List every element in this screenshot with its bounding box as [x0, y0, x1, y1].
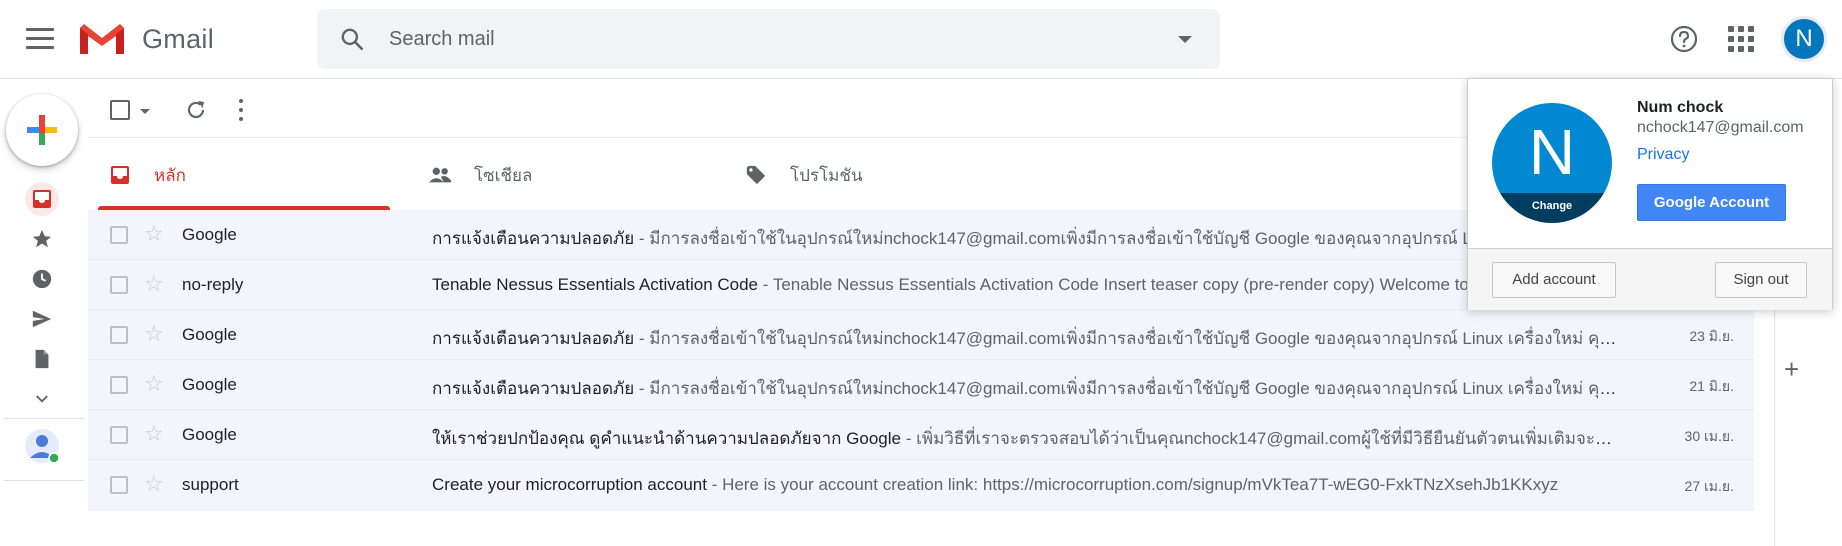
- account-name: Num chock: [1637, 99, 1724, 116]
- email-preview: การแจ้งเตือนความปลอดภัย - มีการลงชื่อเข้…: [432, 225, 1620, 252]
- sidebar-divider: [4, 480, 84, 481]
- people-icon: [428, 163, 452, 187]
- star-icon[interactable]: ☆: [144, 423, 164, 445]
- app-name[interactable]: Gmail: [142, 24, 214, 55]
- star-icon[interactable]: ☆: [144, 223, 164, 245]
- compose-button[interactable]: [6, 94, 78, 166]
- email-preview: การแจ้งเตือนความปลอดภัย - มีการลงชื่อเข้…: [432, 325, 1620, 352]
- gmail-logo-icon[interactable]: [78, 22, 126, 56]
- email-subject: Create your microcorruption account: [432, 475, 707, 494]
- email-snippet: - มีการลงชื่อเข้าใช้ในอุปกรณ์ใหม่nchock1…: [638, 329, 1620, 348]
- email-date: 30 เม.ย.: [1684, 428, 1734, 444]
- chevron-down-icon: [36, 395, 48, 403]
- row-checkbox[interactable]: [110, 226, 128, 244]
- sidebar-item-snoozed[interactable]: [25, 262, 59, 296]
- search-bar[interactable]: Search mail: [317, 9, 1220, 69]
- email-subject: การแจ้งเตือนความปลอดภัย: [432, 229, 635, 248]
- email-date: 27 เม.ย.: [1684, 478, 1734, 494]
- tab-label: หลัก: [154, 165, 186, 185]
- row-checkbox[interactable]: [110, 426, 128, 444]
- refresh-icon[interactable]: [184, 98, 208, 122]
- email-sender: Google: [182, 375, 237, 394]
- change-photo-button[interactable]: Change: [1492, 193, 1612, 223]
- apps-grid-icon[interactable]: [1728, 26, 1756, 54]
- tag-icon: [744, 163, 768, 187]
- email-date: 23 มิ.ย.: [1689, 328, 1734, 344]
- email-row[interactable]: ☆ Google การแจ้งเตือนความปลอดภัย - มีการ…: [88, 360, 1754, 410]
- draft-icon: [35, 349, 49, 369]
- privacy-link[interactable]: Privacy: [1637, 146, 1689, 164]
- tab-label: โซเชียล: [474, 165, 533, 185]
- google-account-button[interactable]: Google Account: [1637, 184, 1786, 221]
- main-menu-icon[interactable]: [26, 28, 54, 50]
- help-icon[interactable]: [1669, 24, 1699, 54]
- send-icon: [32, 310, 52, 328]
- email-row[interactable]: ☆ Google ให้เราช่วยปกป้องคุณ ดูคำแนะนำด้…: [88, 410, 1754, 460]
- sidebar: [0, 80, 86, 546]
- star-icon: [32, 229, 52, 248]
- row-checkbox[interactable]: [110, 276, 128, 294]
- account-popup: N Change Num chock nchock147@gmail.com P…: [1467, 78, 1833, 310]
- sidebar-divider: [4, 418, 84, 419]
- email-preview: Create your microcorruption account - He…: [432, 475, 1620, 495]
- account-avatar-large[interactable]: N Change: [1492, 103, 1612, 223]
- sidebar-item-starred[interactable]: [25, 222, 59, 256]
- add-account-button[interactable]: Add account: [1492, 262, 1616, 298]
- select-all-checkbox[interactable]: [110, 100, 130, 120]
- email-row[interactable]: ☆ Google การแจ้งเตือนความปลอดภัย - มีการ…: [88, 310, 1754, 360]
- row-checkbox[interactable]: [110, 376, 128, 394]
- account-email: nchock147@gmail.com: [1637, 119, 1804, 136]
- add-addon-icon[interactable]: +: [1784, 354, 1799, 385]
- email-subject: ให้เราช่วยปกป้องคุณ ดูคำแนะนำด้านความปลอ…: [432, 429, 901, 448]
- email-sender: no-reply: [182, 275, 244, 294]
- plus-icon: [27, 115, 57, 145]
- inbox-icon: [108, 163, 132, 187]
- email-preview: ให้เราช่วยปกป้องคุณ ดูคำแนะนำด้านความปลอ…: [432, 425, 1620, 452]
- sign-out-button[interactable]: Sign out: [1715, 262, 1807, 298]
- avatar-initial: N: [1528, 116, 1576, 188]
- star-icon[interactable]: ☆: [144, 323, 164, 345]
- tab-label: โปรโมชัน: [790, 165, 863, 185]
- email-subject: Tenable Nessus Essentials Activation Cod…: [432, 275, 759, 294]
- email-snippet: - มีการลงชื่อเข้าใช้ในอุปกรณ์ใหม่nchock1…: [638, 379, 1620, 398]
- sidebar-item-more[interactable]: [25, 382, 59, 416]
- sidebar-item-drafts[interactable]: [25, 342, 59, 376]
- email-snippet: - เพิ่มวิธีที่เราจะตรวจสอบได้ว่าเป็นคุณn…: [900, 429, 1620, 448]
- star-icon[interactable]: ☆: [144, 273, 164, 295]
- star-icon[interactable]: ☆: [144, 373, 164, 395]
- email-subject: การแจ้งเตือนความปลอดภัย: [432, 379, 635, 398]
- email-sender: Google: [182, 425, 237, 444]
- email-sender: Google: [182, 225, 237, 244]
- more-options-icon[interactable]: [238, 99, 244, 121]
- row-checkbox[interactable]: [110, 476, 128, 494]
- star-icon[interactable]: ☆: [144, 473, 164, 495]
- hangouts-avatar-icon[interactable]: [24, 428, 60, 464]
- tab-promotions[interactable]: โปรโมชัน: [724, 140, 1026, 210]
- email-snippet: - Here is your account creation link: ht…: [706, 475, 1559, 494]
- search-options-icon[interactable]: [1178, 36, 1192, 43]
- email-preview: Tenable Nessus Essentials Activation Cod…: [432, 275, 1620, 295]
- account-avatar-button[interactable]: N: [1781, 16, 1827, 62]
- search-icon[interactable]: [339, 26, 365, 52]
- row-checkbox[interactable]: [110, 326, 128, 344]
- tab-social[interactable]: โซเชียล: [408, 140, 710, 210]
- email-sender: support: [182, 475, 239, 494]
- select-options-icon[interactable]: [140, 109, 150, 114]
- sidebar-item-sent[interactable]: [25, 302, 59, 336]
- inbox-icon: [33, 190, 51, 208]
- email-preview: การแจ้งเตือนความปลอดภัย - มีการลงชื่อเข้…: [432, 375, 1620, 402]
- tab-primary[interactable]: หลัก: [88, 140, 390, 210]
- email-date: 21 มิ.ย.: [1689, 378, 1734, 394]
- clock-icon: [32, 269, 52, 289]
- sidebar-item-inbox[interactable]: [25, 182, 59, 216]
- search-input[interactable]: Search mail: [389, 28, 495, 51]
- email-subject: การแจ้งเตือนความปลอดภัย: [432, 329, 635, 348]
- email-row[interactable]: ☆ support Create your microcorruption ac…: [88, 460, 1754, 510]
- email-sender: Google: [182, 325, 237, 344]
- popup-footer: Add account Sign out: [1468, 249, 1832, 310]
- top-bar: Gmail Search mail N: [0, 0, 1842, 79]
